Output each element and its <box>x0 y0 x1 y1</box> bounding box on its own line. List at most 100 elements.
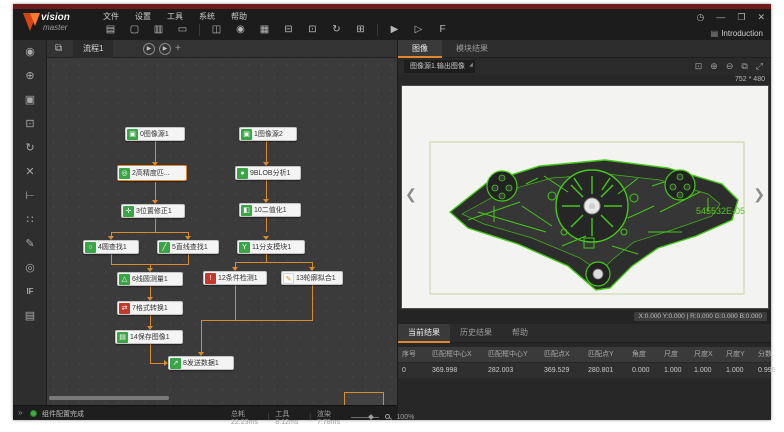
node-branch-module[interactable]: Y11分支模块1 <box>237 240 305 254</box>
global-trigger-icon[interactable]: ↻ <box>329 23 344 37</box>
col-scale: 尺度 <box>660 347 690 362</box>
menu-bar: 文件 设置 工具 系统 帮助 <box>103 11 247 22</box>
save-icon[interactable]: ▤ <box>103 23 118 37</box>
node-image-source-2[interactable]: ▣1图像源2 <box>239 127 297 141</box>
fullscreen-icon[interactable]: ⤢ <box>756 60 763 73</box>
global-variable-icon[interactable]: ⊟ <box>281 23 296 37</box>
node-label: 7格式转换1 <box>132 303 171 313</box>
node-binarize[interactable]: ◧10二值化1 <box>239 203 301 217</box>
wire <box>235 262 313 263</box>
flow-run-loop-button[interactable]: ▶ <box>159 43 171 55</box>
flow-tab[interactable]: 流程1 <box>73 40 113 58</box>
node-line-circle-measure[interactable]: △6线圆测量1 <box>117 272 183 286</box>
global-script-icon[interactable]: ⊞ <box>353 23 368 37</box>
image-viewer[interactable]: 545532E-05 ❮ ❯ <box>401 85 769 309</box>
app-window: vision master 文件 设置 工具 系统 帮助 ▤ ▢ ▥ ▭ ◫ ◉… <box>13 4 771 420</box>
communication-tool-icon[interactable]: ▤ <box>13 304 47 328</box>
tab-module-result[interactable]: 模块结果 <box>442 40 502 58</box>
data-queue-icon[interactable]: ▦ <box>257 23 272 37</box>
save-image-icon: ▤ <box>117 332 128 343</box>
node-label: 4圆查找1 <box>98 242 130 252</box>
module-source-icon[interactable]: ⊡ <box>305 23 320 37</box>
flow-list-icon[interactable]: ⧉ <box>55 43 62 54</box>
menu-tools[interactable]: 工具 <box>167 11 183 22</box>
menu-file[interactable]: 文件 <box>103 11 119 22</box>
col-score: 分数 <box>754 347 784 362</box>
node-label: 2高精度匹... <box>132 168 173 178</box>
calibration-tool-icon[interactable]: ✕ <box>13 160 47 184</box>
node-circle-find[interactable]: ○4圆查找1 <box>83 240 139 254</box>
run-continuous-icon[interactable]: ▷ <box>411 23 426 37</box>
zoom-in-icon[interactable]: ⊕ <box>710 60 718 73</box>
menu-system[interactable]: 系统 <box>199 11 215 22</box>
prev-image-arrow[interactable]: ❮ <box>405 186 417 203</box>
image-source-selector[interactable]: 图像源1.输出图像◢ <box>404 60 475 73</box>
main-toolbar: ▤ ▢ ▥ ▭ ◫ ◉ ▦ ⊟ ⊡ ↻ ⊞ ▶ ▷ F <box>103 23 450 37</box>
fit-window-icon[interactable]: ⊡ <box>695 60 703 73</box>
close-icon[interactable]: ✕ <box>757 12 765 22</box>
node-label: 3位置修正1 <box>136 206 175 216</box>
deep-learning-tool-icon[interactable]: ◎ <box>13 256 47 280</box>
open-icon[interactable]: ▢ <box>127 23 142 37</box>
communication-icon[interactable]: ▭ <box>175 23 190 37</box>
tab-history-result[interactable]: 历史结果 <box>450 324 502 343</box>
node-blob-analysis[interactable]: ●9BLOB分析1 <box>235 166 301 180</box>
recognition-tool-icon[interactable]: ∷ <box>13 208 47 232</box>
measure-tool-icon[interactable]: ⊡ <box>13 112 47 136</box>
node-line-find[interactable]: ╱5直线查找1 <box>157 240 219 254</box>
result-table-row[interactable]: 0 369.998 282.003 369.529 280.801 0.000 … <box>398 363 771 378</box>
canvas-zoom-slider[interactable] <box>351 417 380 418</box>
node-contour-fit[interactable]: ✎13轮廓拟合1 <box>281 271 343 285</box>
binarize-icon: ◧ <box>241 205 252 216</box>
inspected-part-image: 545532E-05 <box>402 86 768 308</box>
logic-tool-icon[interactable]: IF <box>13 280 47 304</box>
flow-minimap[interactable]: ⧉ <box>344 392 384 405</box>
node-save-image[interactable]: ▤14保存图像1 <box>115 330 183 344</box>
image-subbar: 图像源1.输出图像◢ ⊡ ⊕ ⊖ ⧉ ⤢ <box>398 58 771 75</box>
canvas-horizontal-scrollbar[interactable] <box>49 396 169 400</box>
col-scale-x: 尺度X <box>690 347 722 362</box>
zoom-out-icon[interactable]: ⊖ <box>726 60 734 73</box>
restore-icon[interactable]: ❐ <box>737 12 745 22</box>
zoom-slider-handle[interactable] <box>368 414 374 420</box>
next-image-arrow[interactable]: ❯ <box>753 186 765 203</box>
status-expand-icon[interactable]: » <box>18 408 22 417</box>
menu-help[interactable]: 帮助 <box>231 11 247 22</box>
node-format-convert[interactable]: ⇄7格式转换1 <box>117 301 183 315</box>
window-controls: ◷ — ❐ ✕ <box>697 12 765 22</box>
defect-tool-icon[interactable]: ✎ <box>13 232 47 256</box>
menu-settings[interactable]: 设置 <box>135 11 151 22</box>
front-run-icon[interactable]: F <box>435 23 450 37</box>
node-position-fix[interactable]: ✛3位置修正1 <box>121 204 185 218</box>
logo-v-icon-inner <box>30 13 40 26</box>
brand-line1: vision <box>41 12 70 23</box>
one-to-one-icon[interactable]: ⧉ <box>741 60 747 73</box>
tab-image[interactable]: 图像 <box>398 40 442 58</box>
alignment-tool-icon[interactable]: ⊢ <box>13 184 47 208</box>
flow-run-once-button[interactable]: ▶ <box>143 43 155 55</box>
cell-angle: 0.000 <box>628 363 660 378</box>
node-label: 11分支模块1 <box>252 242 294 252</box>
collection-tool-icon[interactable]: ◉ <box>13 40 47 64</box>
camera-icon[interactable]: ◉ <box>233 23 248 37</box>
magnifier-icon <box>385 414 390 421</box>
save-as-icon[interactable]: ▥ <box>151 23 166 37</box>
tab-help[interactable]: 帮助 <box>502 324 538 343</box>
image-tool-icon[interactable]: ▣ <box>13 88 47 112</box>
tab-current-result[interactable]: 当前结果 <box>398 324 450 343</box>
introduction-button[interactable]: ▤Introduction <box>711 29 763 38</box>
node-image-source-1[interactable]: ▣0图像源1 <box>125 127 185 141</box>
flow-canvas[interactable]: ▣0图像源1 ◎2高精度匹... ✛3位置修正1 ○4圆查找1 ╱5直线查找1 … <box>47 58 397 405</box>
window-layout-icon[interactable]: ◫ <box>209 23 224 37</box>
add-flow-button[interactable]: + <box>175 43 181 54</box>
location-tool-icon[interactable]: ⊕ <box>13 64 47 88</box>
about-icon[interactable]: ◷ <box>697 12 705 22</box>
result-tabs: 当前结果 历史结果 帮助 <box>398 324 771 343</box>
node-send-data[interactable]: ↗8发送数据1 <box>168 356 234 370</box>
node-feature-match[interactable]: ◎2高精度匹... <box>117 165 187 181</box>
node-condition-check[interactable]: !12条件检测1 <box>203 271 267 285</box>
wire <box>111 232 189 233</box>
run-once-icon[interactable]: ▶ <box>387 23 402 37</box>
minimize-icon[interactable]: — <box>716 12 725 22</box>
loop-tool-icon[interactable]: ↻ <box>13 136 47 160</box>
